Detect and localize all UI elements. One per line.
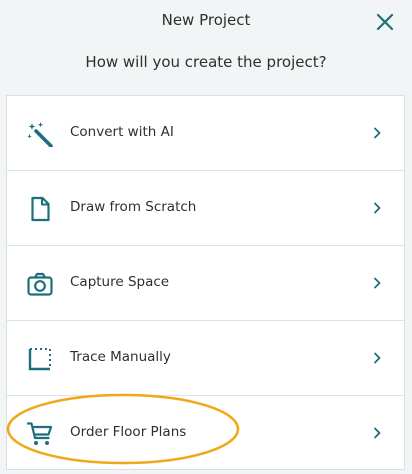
option-label: Capture Space bbox=[70, 274, 170, 290]
chevron-right-icon bbox=[374, 277, 381, 289]
document-icon bbox=[31, 196, 50, 222]
option-order-floor-plans[interactable]: Order Floor Plans bbox=[7, 396, 404, 471]
cart-icon bbox=[27, 422, 53, 445]
option-label: Draw from Scratch bbox=[70, 199, 197, 215]
option-convert-with-ai[interactable]: Convert with AI bbox=[7, 96, 404, 171]
chevron-right-icon bbox=[374, 427, 381, 439]
option-draw-from-scratch[interactable]: Draw from Scratch bbox=[7, 171, 404, 246]
magic-wand-icon bbox=[27, 122, 53, 147]
dialog-subtitle: How will you create the project? bbox=[85, 53, 327, 71]
chevron-right-icon bbox=[374, 202, 381, 214]
close-button[interactable] bbox=[375, 12, 395, 32]
chevron-right-icon bbox=[374, 352, 381, 364]
option-trace-manually[interactable]: Trace Manually bbox=[7, 321, 404, 396]
chevron-right-icon bbox=[374, 127, 381, 139]
trace-square-icon bbox=[28, 348, 51, 371]
close-icon bbox=[376, 13, 394, 31]
option-label: Order Floor Plans bbox=[70, 424, 187, 440]
dialog-title: New Project bbox=[161, 11, 251, 29]
option-label: Trace Manually bbox=[70, 349, 171, 365]
creation-options-list: Convert with AI Draw from Scratch Captur… bbox=[6, 95, 405, 470]
option-label: Convert with AI bbox=[70, 124, 174, 140]
option-capture-space[interactable]: Capture Space bbox=[7, 246, 404, 321]
dialog-header: New Project bbox=[0, 0, 412, 42]
camera-icon bbox=[27, 272, 53, 296]
